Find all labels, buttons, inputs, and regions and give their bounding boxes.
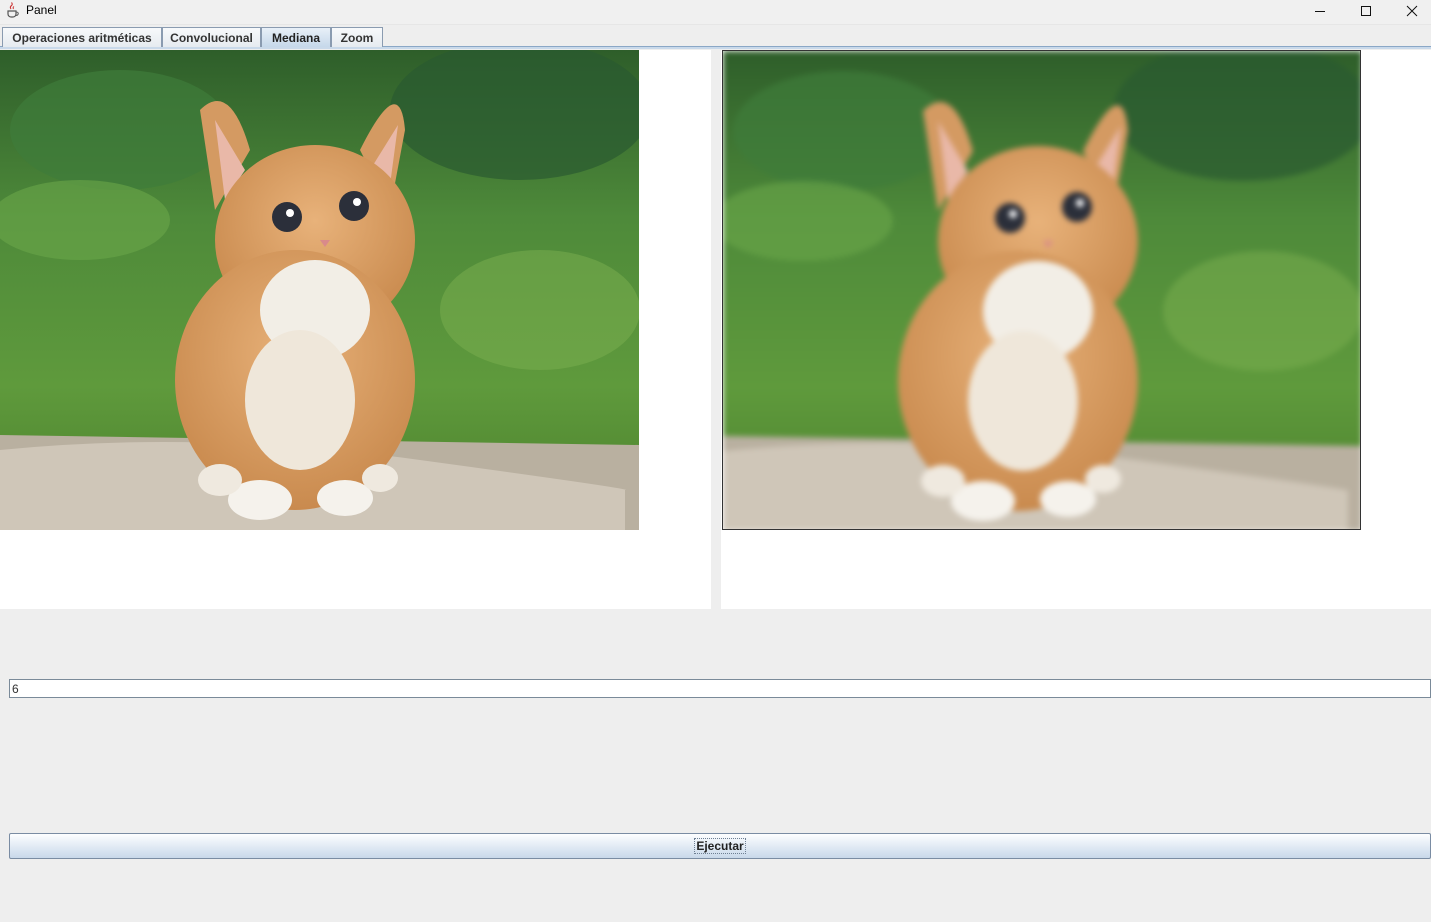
close-button[interactable]	[1389, 0, 1431, 22]
filtered-image-panel	[721, 50, 1431, 609]
close-icon	[1406, 5, 1418, 17]
filter-size-input[interactable]	[9, 679, 1431, 698]
tab-zoom[interactable]: Zoom	[331, 27, 383, 47]
title-bar: Panel	[0, 0, 1431, 25]
execute-button[interactable]: Ejecutar	[9, 833, 1431, 859]
minimize-button[interactable]	[1297, 0, 1343, 22]
tab-mediana[interactable]: Mediana	[261, 27, 331, 47]
window-title: Panel	[26, 3, 57, 17]
tab-convolucional[interactable]: Convolucional	[162, 27, 261, 47]
minimize-icon	[1315, 11, 1325, 12]
filtered-image	[722, 50, 1361, 530]
original-image	[0, 50, 639, 530]
maximize-button[interactable]	[1343, 0, 1389, 22]
original-image-panel	[0, 50, 711, 609]
java-cup-icon	[5, 2, 21, 18]
maximize-icon	[1361, 6, 1371, 16]
tab-operaciones-aritmeticas[interactable]: Operaciones aritméticas	[2, 27, 162, 47]
execute-button-label: Ejecutar	[694, 838, 746, 854]
